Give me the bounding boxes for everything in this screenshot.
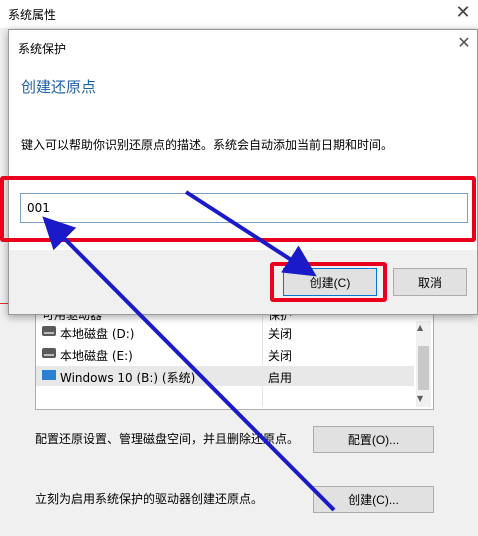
annotation-arrows	[42, 190, 336, 512]
annotation-arrow-to-input	[42, 216, 336, 512]
annotation-arrow-to-create	[184, 190, 317, 277]
